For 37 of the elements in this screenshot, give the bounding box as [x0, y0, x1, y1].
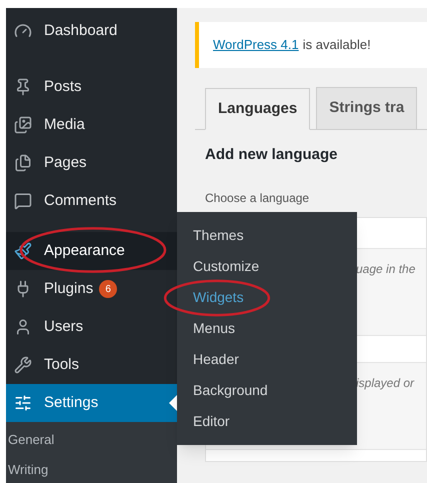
pin-icon: [14, 78, 32, 96]
flyout-menu-item[interactable]: Background: [193, 380, 268, 401]
user-icon: [14, 318, 32, 336]
sidebar-menu-item[interactable]: Comments: [6, 182, 177, 220]
images-icon: [14, 116, 32, 134]
tab[interactable]: Languages: [205, 88, 310, 130]
sidebar-menu-item[interactable]: Plugins 6: [6, 270, 177, 308]
sidebar-menu-item[interactable]: Media: [6, 106, 177, 144]
flyout-menu-item[interactable]: Customize: [193, 256, 260, 277]
tab[interactable]: Strings tra: [316, 87, 418, 129]
flyout-menu-item[interactable]: Menus: [193, 318, 236, 339]
pages-icon: [14, 154, 32, 172]
sidebar-menu-item[interactable]: Pages: [6, 144, 177, 182]
wrench-icon: [14, 356, 32, 374]
paintbrush-icon: [14, 242, 32, 260]
current-pointer-icon: [169, 395, 177, 411]
sidebar-menu-item[interactable]: Users: [6, 308, 177, 346]
count-badge: 6: [99, 280, 118, 298]
field-label: Choose a language: [205, 190, 310, 206]
sliders-icon: [14, 394, 32, 412]
sidebar-menu-item[interactable]: Appearance: [6, 232, 177, 270]
submenu-item[interactable]: General: [6, 430, 177, 460]
flyout-menu-item[interactable]: Header: [193, 349, 239, 370]
sidebar-menu-item[interactable]: Dashboard: [6, 12, 177, 50]
notice-text: is available!: [302, 36, 371, 54]
submenu-item[interactable]: Writing: [6, 460, 177, 483]
comment-icon: [14, 192, 32, 210]
gauge-icon: [14, 22, 32, 40]
sidebar-menu-item[interactable]: Tools: [6, 346, 177, 384]
update-link[interactable]: WordPress 4.1: [213, 35, 299, 55]
hint-text: isplayed or: [356, 376, 414, 390]
flyout-menu-item[interactable]: Editor: [193, 411, 230, 432]
flyout-menu-item[interactable]: Themes: [193, 225, 244, 246]
section-heading: Add new language: [205, 145, 339, 165]
hint-text: uage in the: [356, 262, 416, 276]
sidebar-menu-item[interactable]: Settings: [6, 384, 177, 422]
sidebar-menu-item[interactable]: Posts: [6, 68, 177, 106]
